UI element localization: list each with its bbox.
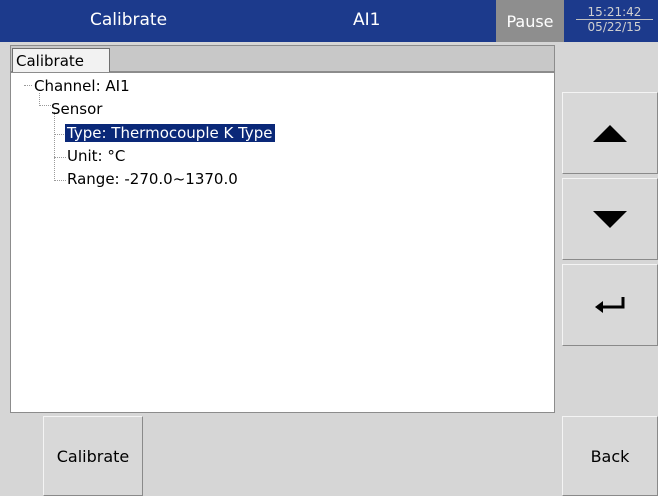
triangle-up-icon bbox=[593, 124, 627, 142]
up-button[interactable] bbox=[562, 92, 658, 174]
tree-node-channel[interactable]: Channel: AI1 bbox=[32, 77, 132, 95]
tree-node-unit-label: Unit: °C bbox=[67, 147, 126, 165]
calibrate-button[interactable]: Calibrate bbox=[43, 416, 143, 496]
tab-calibrate-label: Calibrate bbox=[16, 51, 84, 70]
calibrate-button-label: Calibrate bbox=[56, 446, 130, 466]
tree-node-range[interactable]: Range: -270.0~1370.0 bbox=[65, 170, 240, 188]
title-bar: Calibrate AI1 Pause 15:21:42 05/22/15 bbox=[0, 0, 658, 42]
enter-button[interactable] bbox=[562, 264, 658, 346]
tree-connector bbox=[24, 85, 32, 86]
tree-node-unit[interactable]: Unit: °C bbox=[65, 147, 127, 165]
clock: 15:21:42 05/22/15 bbox=[576, 5, 653, 34]
tree-node-type-label: Type: Thermocouple K Type bbox=[64, 123, 276, 143]
side-button-panel bbox=[558, 45, 658, 413]
tab-calibrate[interactable]: Calibrate bbox=[12, 48, 110, 72]
clock-time: 15:21:42 bbox=[576, 5, 653, 20]
pause-status-button[interactable]: Pause bbox=[496, 0, 564, 42]
triangle-down-icon bbox=[593, 210, 627, 228]
bottom-toolbar: Calibrate Back bbox=[0, 416, 658, 496]
down-button[interactable] bbox=[562, 178, 658, 260]
page-title: Calibrate bbox=[90, 10, 168, 30]
back-button[interactable]: Back bbox=[562, 416, 658, 496]
tree-node-range-label: Range: -270.0~1370.0 bbox=[67, 170, 238, 188]
tab-strip: Calibrate bbox=[10, 45, 555, 72]
enter-return-icon bbox=[595, 297, 625, 313]
tree-node-channel-label: Channel: AI1 bbox=[34, 77, 130, 95]
channel-label: AI1 bbox=[353, 10, 381, 30]
back-button-label: Back bbox=[590, 446, 630, 466]
tree-node-sensor[interactable]: Sensor bbox=[49, 100, 104, 118]
tree-view[interactable]: Channel: AI1 Sensor Type: Thermocouple K… bbox=[10, 72, 555, 413]
pause-label: Pause bbox=[506, 11, 554, 31]
clock-date: 05/22/15 bbox=[587, 20, 642, 34]
tree-node-sensor-label: Sensor bbox=[51, 100, 103, 118]
tree-node-type[interactable]: Type: Thermocouple K Type bbox=[64, 123, 276, 143]
